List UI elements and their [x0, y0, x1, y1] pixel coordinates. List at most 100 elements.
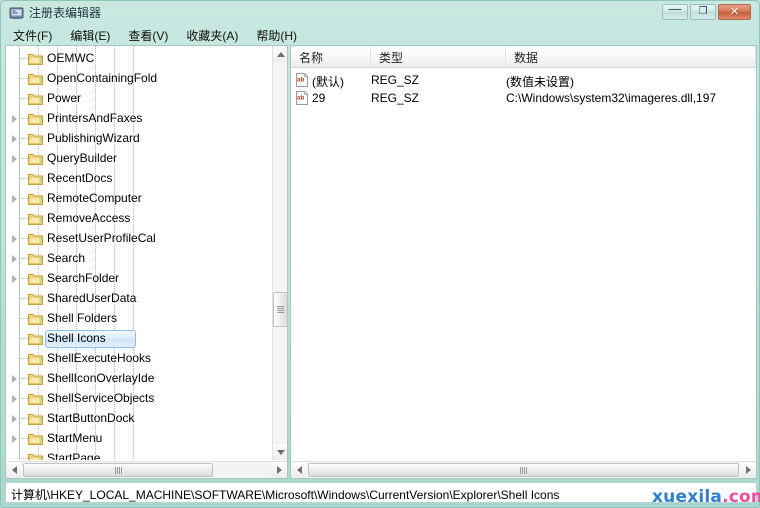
- expand-arrow-icon[interactable]: [12, 395, 17, 403]
- folder-icon: [28, 412, 43, 425]
- tree-item-publishingwizard[interactable]: PublishingWizard: [6, 129, 272, 149]
- tree-connector-stub: [19, 318, 28, 319]
- expand-arrow-icon[interactable]: [12, 235, 17, 243]
- registry-tree[interactable]: OEMWC OpenContainingFold Power PrintersAndF…: [6, 46, 272, 460]
- expand-arrow-icon[interactable]: [12, 275, 17, 283]
- expand-arrow-icon[interactable]: [12, 435, 17, 443]
- tree-connector-stub: [19, 378, 28, 379]
- grip-icon: [520, 466, 527, 474]
- tree-item-searchfolder[interactable]: SearchFolder: [6, 269, 272, 289]
- tree-connector-stub: [19, 278, 28, 279]
- tree-connector-line: [19, 189, 20, 209]
- folder-icon: [28, 172, 43, 185]
- tree-item-label: RecentDocs: [47, 171, 113, 185]
- expand-arrow-icon[interactable]: [12, 115, 17, 123]
- tree-item-shell-icons[interactable]: Shell Icons: [6, 329, 272, 349]
- minimize-button[interactable]: —: [662, 2, 688, 20]
- tree-item-startmenu[interactable]: StartMenu: [6, 429, 272, 449]
- tree-item-remotecomputer[interactable]: RemoteComputer: [6, 189, 272, 209]
- maximize-button[interactable]: ❐: [690, 4, 716, 20]
- folder-icon: [28, 152, 43, 165]
- tree-item-search[interactable]: Search: [6, 249, 272, 269]
- tree-item-shelliconoverlayide[interactable]: ShellIconOverlayIde: [6, 369, 272, 389]
- column-header-label: 名称: [299, 51, 324, 65]
- tree-item-resetuserprofilecal[interactable]: ResetUserProfileCal: [6, 229, 272, 249]
- registry-values-pane[interactable]: 名称 类型 数据 ab (默认) REG_SZ (数值未设置) ab 29 REG_SZ C:\W…: [290, 45, 757, 479]
- close-button[interactable]: ✕: [718, 4, 751, 20]
- listview-header[interactable]: 名称 类型 数据: [291, 46, 756, 68]
- expand-arrow-icon[interactable]: [12, 415, 17, 423]
- tree-item-shellserviceobjects[interactable]: ShellServiceObjects: [6, 389, 272, 409]
- tree-item-shareduserdata[interactable]: SharedUserData: [6, 289, 272, 309]
- tree-item-label: ShellIconOverlayIde: [47, 371, 155, 385]
- tree-item-opencontainingfold[interactable]: OpenContainingFold: [6, 69, 272, 89]
- tree-item-label: OEMWC: [47, 51, 95, 65]
- tree-connector-line: [19, 129, 20, 149]
- menu-view[interactable]: 查看(V): [119, 25, 177, 46]
- listview-horizontal-scrollbar[interactable]: [291, 461, 756, 478]
- column-name[interactable]: 名称: [291, 46, 371, 67]
- folder-icon: [28, 392, 43, 405]
- tree-item-shellexecutehooks[interactable]: ShellExecuteHooks: [6, 349, 272, 369]
- tree-item-power[interactable]: Power: [6, 89, 272, 109]
- list-scroll-left-button[interactable]: [291, 462, 307, 478]
- tree-connector-stub: [19, 218, 28, 219]
- tree-item-label: Shell Folders: [47, 311, 118, 325]
- title-bar[interactable]: 注册表编辑器 — ❐ ✕: [1, 1, 760, 23]
- tree-connector-line: [19, 169, 20, 189]
- tree-scroll-down-button[interactable]: [273, 444, 287, 460]
- tree-connector-line: [19, 349, 20, 369]
- tree-item-printersandfaxes[interactable]: PrintersAndFaxes: [6, 109, 272, 129]
- list-scroll-right-button[interactable]: [740, 462, 756, 478]
- cell-type: REG_SZ: [371, 91, 420, 105]
- tree-scrollbar-thumb[interactable]: [273, 292, 287, 327]
- expand-arrow-icon[interactable]: [12, 255, 17, 263]
- expand-arrow-icon[interactable]: [12, 195, 17, 203]
- tree-connector-line: [19, 109, 20, 129]
- tree-item-oemwc[interactable]: OEMWC: [6, 49, 272, 69]
- tree-hscrollbar-thumb[interactable]: [23, 463, 213, 477]
- tree-scroll-up-button[interactable]: [273, 46, 287, 62]
- tree-connector-stub: [19, 338, 28, 339]
- menu-help[interactable]: 帮助(H): [247, 25, 306, 46]
- tree-connector-stub: [19, 298, 28, 299]
- tree-scroll-right-button[interactable]: [271, 462, 287, 478]
- folder-icon: [28, 72, 43, 85]
- list-hscrollbar-thumb[interactable]: [308, 463, 739, 477]
- folder-icon: [28, 52, 43, 65]
- menu-file[interactable]: 文件(F): [4, 25, 61, 46]
- registry-tree-pane[interactable]: OEMWC OpenContainingFold Power PrintersAndF…: [5, 45, 288, 479]
- tree-vertical-scrollbar[interactable]: [272, 46, 287, 460]
- chevron-right-icon: [745, 466, 751, 474]
- tree-item-startbuttondock[interactable]: StartButtonDock: [6, 409, 272, 429]
- tree-connector-line: [19, 369, 20, 389]
- folder-icon: [28, 232, 43, 245]
- folder-icon: [28, 352, 43, 365]
- tree-connector-stub: [19, 258, 28, 259]
- table-row[interactable]: ab 29 REG_SZ C:\Windows\system32\imageres.d…: [291, 89, 756, 107]
- tree-item-startpage[interactable]: StartPage: [6, 449, 272, 460]
- expand-arrow-icon[interactable]: [12, 155, 17, 163]
- tree-item-querybuilder[interactable]: QueryBuilder: [6, 149, 272, 169]
- menu-favorites[interactable]: 收藏夹(A): [177, 25, 247, 46]
- status-bar: 计算机\HKEY_LOCAL_MACHINE\SOFTWARE\Microsof…: [5, 482, 757, 503]
- tree-item-removeaccess[interactable]: RemoveAccess: [6, 209, 272, 229]
- expand-arrow-icon[interactable]: [12, 375, 17, 383]
- tree-item-shell-folders[interactable]: Shell Folders: [6, 309, 272, 329]
- tree-connector-stub: [19, 178, 28, 179]
- expand-arrow-icon[interactable]: [12, 135, 17, 143]
- tree-connector-stub: [19, 138, 28, 139]
- menu-edit[interactable]: 编辑(E): [61, 25, 119, 46]
- column-data[interactable]: 数据: [506, 46, 756, 67]
- tree-connector-stub: [19, 198, 28, 199]
- tree-connector-stub: [19, 98, 28, 99]
- tree-horizontal-scrollbar[interactable]: [6, 461, 287, 478]
- tree-item-recentdocs[interactable]: RecentDocs: [6, 169, 272, 189]
- registry-editor-icon: [9, 5, 24, 20]
- tree-scroll-left-button[interactable]: [6, 462, 22, 478]
- table-row[interactable]: ab (默认) REG_SZ (数值未设置): [291, 71, 756, 89]
- watermark-tld: .com: [722, 487, 760, 507]
- column-type[interactable]: 类型: [371, 46, 506, 67]
- folder-icon: [28, 112, 43, 125]
- string-value-icon: ab: [295, 90, 309, 105]
